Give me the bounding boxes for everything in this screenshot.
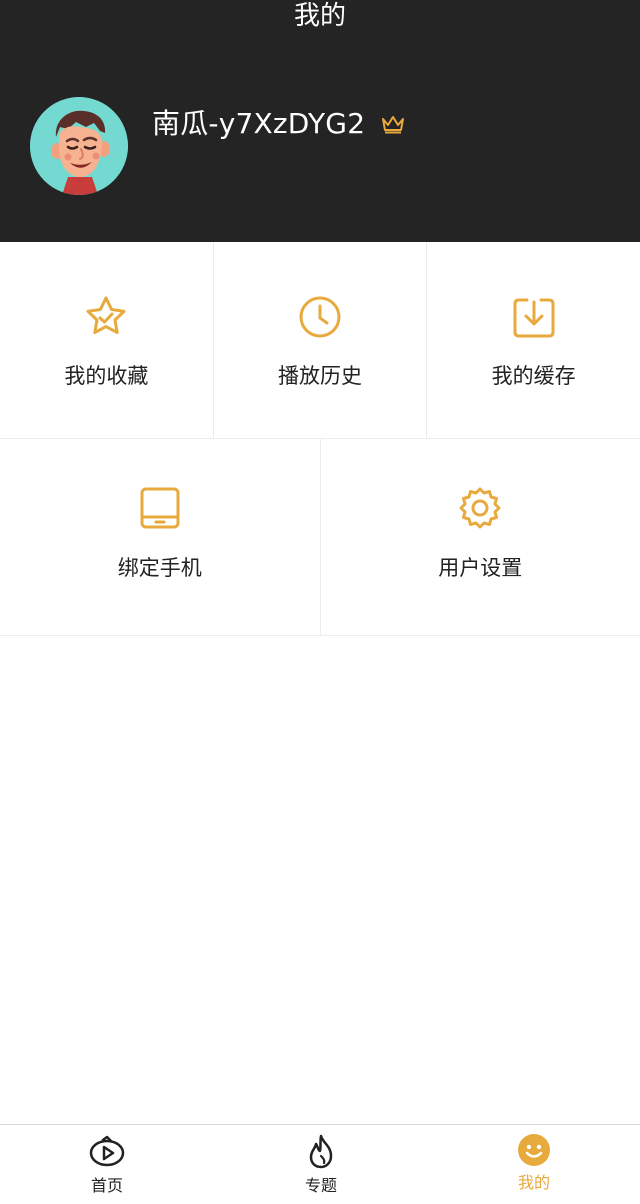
tab-label: 专题 [304, 1176, 337, 1195]
menu-item-label: 我的收藏 [64, 364, 149, 388]
bottom-tab-bar: 首页 专题 我的 [0, 1124, 640, 1204]
star-icon [86, 296, 126, 334]
tab-label: 我的 [517, 1173, 550, 1192]
clock-icon [299, 296, 341, 338]
username: 南瓜-y7XzDYG2 [152, 107, 366, 140]
menu-item-label: 播放历史 [278, 364, 362, 388]
tab-topics[interactable]: 专题 [261, 1125, 381, 1204]
menu-item-label: 用户设置 [438, 556, 523, 580]
menu-item-history[interactable]: 播放历史 [214, 242, 428, 438]
flame-icon [309, 1134, 333, 1169]
gear-icon [459, 487, 501, 529]
menu-item-settings[interactable]: 用户设置 [321, 439, 640, 635]
play-icon [89, 1135, 125, 1167]
tab-label: 首页 [90, 1176, 123, 1195]
profile-header: 我的 南瓜-y7XzDYG2 [0, 0, 640, 242]
download-icon [513, 298, 555, 338]
menu-item-label: 我的缓存 [491, 364, 576, 388]
menu-item-label: 绑定手机 [117, 556, 202, 580]
menu-grid: 我的收藏 播放历史 我的缓存 绑定手机 用户设置 [0, 242, 640, 636]
tab-mine[interactable]: 我的 [474, 1125, 594, 1204]
menu-row: 绑定手机 用户设置 [0, 439, 640, 636]
app-root: 我的 南瓜-y7XzDYG2 我的收藏 播放历史 我的缓存 绑定手机 用户设置 … [0, 0, 640, 1204]
menu-row: 我的收藏 播放历史 我的缓存 [0, 242, 640, 439]
crown-icon [382, 116, 404, 134]
avatar[interactable] [30, 97, 128, 195]
avatar-face-icon [30, 97, 128, 195]
menu-item-cache[interactable]: 我的缓存 [427, 242, 640, 438]
menu-item-bind-phone[interactable]: 绑定手机 [0, 439, 321, 635]
menu-item-favorites[interactable]: 我的收藏 [0, 242, 214, 438]
smiley-icon [518, 1134, 550, 1166]
tablet-icon [140, 487, 180, 529]
tab-home[interactable]: 首页 [47, 1125, 167, 1204]
page-title: 我的 [293, 1, 346, 31]
